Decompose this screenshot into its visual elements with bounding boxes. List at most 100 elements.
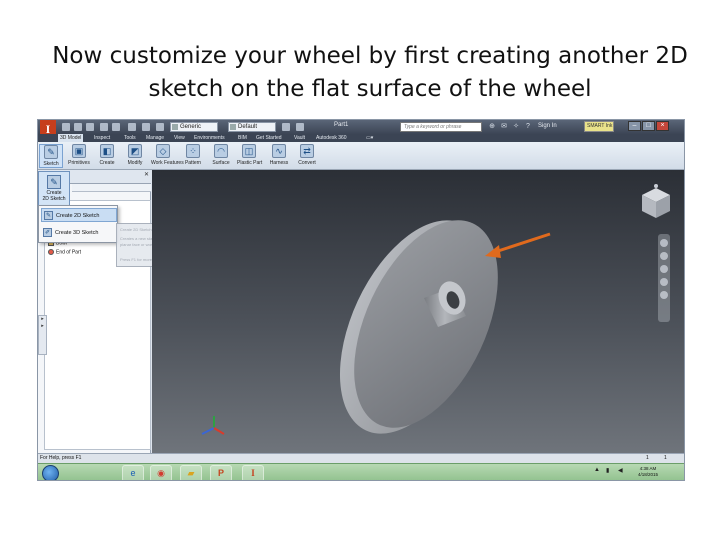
work-features-button[interactable]: ◇ Work Features [151,144,184,168]
maximize-icon[interactable]: □ [642,121,655,131]
clock-date: 4/18/2015 [638,472,659,477]
measure-icon[interactable] [282,123,290,131]
help-icon[interactable]: ? [524,123,532,131]
ribbon: ✎ Sketch ▣ Primitives ◧ Create ◩ Modify … [38,142,684,170]
end-of-part-icon [48,249,54,255]
ribbon-tab-bar: 3D Model Inspect Tools Manage View Envir… [38,134,684,142]
inventor-taskbar-icon[interactable]: I [242,465,264,480]
viewcube-icon[interactable] [634,182,678,226]
material-swatch-icon [172,124,178,130]
tray-network-icon[interactable]: ▮ [606,467,609,474]
wheel-model[interactable] [152,170,685,453]
tab-bim[interactable]: BIM [236,134,249,142]
slide-title-line2: sketch on the flat surface of the wheel [148,76,592,102]
tree-item-end-of-part-label: End of Part [56,249,82,256]
tree-item-end-of-part[interactable]: End of Part [48,249,81,255]
primitives-icon: ▣ [72,144,86,158]
pattern-icon: ⁘ [186,144,200,158]
smart-ink-badge[interactable]: SMART Ink [584,121,614,132]
fx-icon[interactable] [296,123,304,131]
pan-icon[interactable] [660,252,668,260]
plastic-part-icon: ◫ [242,144,256,158]
minimize-icon[interactable]: – [628,121,641,131]
material-select[interactable]: Generic [170,122,218,132]
surface-icon: ◠ [214,144,228,158]
modify-button[interactable]: ◩ Modify [123,144,147,168]
surface-button[interactable]: ◠ Surface [209,144,233,168]
folder-icon[interactable]: ▰ [180,465,202,480]
orbit-icon[interactable] [660,278,668,286]
harness-button-label: Harness [269,160,289,166]
convert-button[interactable]: ⇄ Convert [295,144,319,168]
status-count-b: 1 [664,455,667,461]
chrome-icon[interactable]: ◉ [150,465,172,480]
create-2d-sketch-button[interactable]: ✎ Create 2D Sketch [38,171,70,207]
plastic-part-button-label: Plastic Part [237,160,263,166]
primitives-button[interactable]: ▣ Primitives [67,144,91,168]
full-navigation-wheel-icon[interactable] [660,239,668,247]
title-bar: Generic Default Part1 Type a keyword or … [38,120,684,134]
slide-title: Now customize your wheel by first creati… [40,40,700,106]
modify-button-label: Modify [127,160,143,166]
home-icon[interactable] [128,123,136,131]
zoom-icon[interactable] [660,265,668,273]
tab-inspect[interactable]: Inspect [92,134,112,142]
windows-taskbar: e ◉ ▰ P I ▲ ▮ ◀ 4:38 AM 4/18/2015 [38,463,684,480]
subscription-icon[interactable]: ✉ [500,123,508,131]
pattern-button-label: Pattern [184,160,202,166]
undo-icon[interactable] [100,123,108,131]
create-2d-sketch-label-2: 2D Sketch [42,196,66,202]
ribbon-toggle-icon[interactable]: ▭▾ [364,134,375,142]
search-input[interactable]: Type a keyword or phrase [400,122,482,132]
new-icon[interactable] [62,123,70,131]
tab-manage[interactable]: Manage [144,134,166,142]
tab-vault[interactable]: Vault [292,134,307,142]
communication-icon[interactable]: ✧ [512,123,520,131]
redo-icon[interactable] [112,123,120,131]
sketch-button[interactable]: ✎ Sketch [39,144,63,168]
primitives-button-label: Primitives [68,160,90,166]
modify-icon: ◩ [128,144,142,158]
tab-tools[interactable]: Tools [122,134,138,142]
appearance-select[interactable]: Default [228,122,276,132]
tray-arrow-icon[interactable]: ▲ [594,467,600,473]
tab-get-started[interactable]: Get Started [254,134,284,142]
sign-in-link[interactable]: Sign In [538,123,557,129]
sketch-icon: ✎ [44,145,58,159]
navigation-bar[interactable] [658,234,670,322]
graphics-window[interactable] [152,170,685,453]
update-icon[interactable] [142,123,150,131]
tooltip-title: Create 2D Sketch [120,227,152,232]
menu-item-create-2d-sketch[interactable]: ✎ Create 2D Sketch [41,208,117,222]
status-bar: For Help, press F1 1 1 [38,453,684,463]
menu-item-create-3d-sketch[interactable]: ✐ Create 3D Sketch [41,226,117,240]
tab-3d-model[interactable]: 3D Model [58,134,84,142]
surface-button-label: Surface [212,160,230,166]
ie-icon[interactable]: e [122,465,144,480]
taskbar-clock[interactable]: 4:38 AM 4/18/2015 [638,466,658,478]
binoculars-icon[interactable]: ⊕ [488,123,496,131]
powerpoint-icon[interactable]: P [210,465,232,480]
browser-expand-handle[interactable]: ▸ ▸ [38,315,47,355]
orange-arrow-icon [485,232,551,258]
harness-button[interactable]: ∿ Harness [267,144,291,168]
look-at-icon[interactable] [660,291,668,299]
pattern-button[interactable]: ⁘ Pattern [181,144,205,168]
tab-view[interactable]: View [172,134,187,142]
create-icon: ◧ [100,144,114,158]
tab-environments[interactable]: Environments [192,134,227,142]
windows-start-icon[interactable] [42,465,59,480]
select-icon[interactable] [156,123,164,131]
create-button-label: Create [99,160,115,166]
tray-volume-icon[interactable]: ◀ [618,467,623,474]
sketch-2d-icon: ✎ [44,211,53,220]
sketch-3d-icon: ✐ [43,228,52,237]
open-icon[interactable] [74,123,82,131]
material-value: Generic [180,124,202,130]
browser-close-icon[interactable]: ✕ [144,171,149,178]
create-button[interactable]: ◧ Create [95,144,119,168]
close-icon[interactable]: × [656,121,669,131]
save-icon[interactable] [86,123,94,131]
tab-autodesk-360[interactable]: Autodesk 360 [314,134,349,142]
plastic-part-button[interactable]: ◫ Plastic Part [237,144,263,168]
